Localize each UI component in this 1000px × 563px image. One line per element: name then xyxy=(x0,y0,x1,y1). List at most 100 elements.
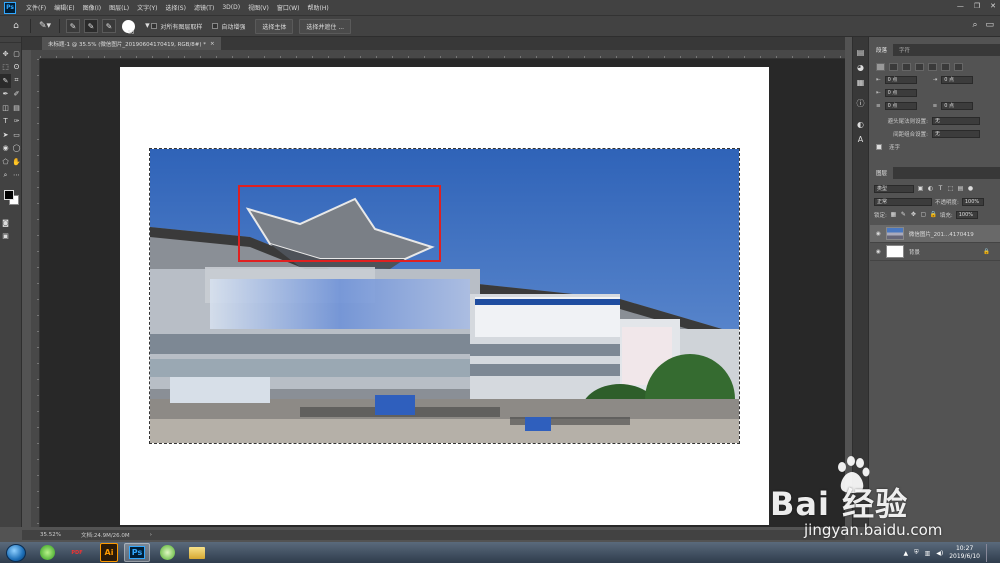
kinsoku-select[interactable]: 无 xyxy=(932,116,980,125)
space-before-field[interactable]: 0 点 xyxy=(884,101,917,110)
hand-tool-icon[interactable]: ✋ xyxy=(11,155,22,169)
hyphenate-checkbox[interactable]: 连字 xyxy=(870,140,1000,153)
layer-row[interactable]: ◉ 微信图片_201...4170419 xyxy=(870,225,1000,243)
crop-tool-icon[interactable]: ⌗ xyxy=(11,74,22,88)
lock-position-icon[interactable]: ✥ xyxy=(910,211,917,218)
select-subject-button[interactable]: 选择主体 xyxy=(255,18,294,34)
foreground-color[interactable] xyxy=(4,190,14,200)
opacity-field[interactable]: 100% xyxy=(961,197,984,206)
eraser-tool-icon[interactable]: ◫ xyxy=(0,101,11,115)
menu-window[interactable]: 窗口(W) xyxy=(273,3,304,12)
justify-all-icon[interactable] xyxy=(954,62,963,71)
tray-network-icon[interactable]: ▥ xyxy=(925,550,931,557)
taskbar-illustrator-icon[interactable]: Ai xyxy=(100,543,118,562)
align-right-icon[interactable] xyxy=(902,62,911,71)
tray-volume-icon[interactable]: ◀) xyxy=(936,550,943,557)
eye-icon[interactable]: ◉ xyxy=(876,249,881,255)
menu-filter[interactable]: 滤镜(T) xyxy=(190,3,218,12)
filter-smart-icon[interactable]: ▤ xyxy=(957,185,964,192)
horizontal-ruler[interactable] xyxy=(40,50,845,59)
justify-right-icon[interactable] xyxy=(941,62,950,71)
home-icon[interactable]: ⌂ xyxy=(8,18,24,34)
indent-left-field[interactable]: 0 点 xyxy=(884,75,917,84)
taskbar-photoshop-icon[interactable]: Ps xyxy=(124,543,150,562)
justify-center-icon[interactable] xyxy=(928,62,937,71)
filter-type-icon[interactable]: T xyxy=(937,185,944,192)
tab-layers[interactable]: 图层 xyxy=(870,167,894,179)
subtract-selection-icon[interactable]: ✎ xyxy=(102,19,116,33)
menu-view[interactable]: 视图(V) xyxy=(244,3,273,12)
search-icon[interactable]: ⌕ xyxy=(972,20,977,30)
tray-shield-icon[interactable]: ⛨ xyxy=(914,549,919,557)
menu-layer[interactable]: 图层(L) xyxy=(105,3,133,12)
stamp-tool-icon[interactable]: ◉ xyxy=(0,142,11,156)
menu-help[interactable]: 帮助(H) xyxy=(304,3,333,12)
artboard-tool-icon[interactable]: ▢ xyxy=(11,47,22,61)
document-tab[interactable]: 未标题-1 @ 35.5% (微信图片_20190604170419, RGB/… xyxy=(42,37,221,50)
screen-mode-icon[interactable]: ▣ xyxy=(0,230,11,244)
tool-preset-icon[interactable]: ✎▾ xyxy=(37,18,53,34)
swatches-icon[interactable]: ▦ xyxy=(853,75,868,90)
pen-tool-icon[interactable]: ✑ xyxy=(11,115,22,129)
more-tools-icon[interactable]: ⋯ xyxy=(11,169,22,183)
tab-character[interactable]: 字符 xyxy=(893,44,916,56)
eye-icon[interactable]: ◉ xyxy=(876,231,881,237)
zoom-level[interactable]: 35.52% xyxy=(40,532,61,538)
show-desktop-button[interactable] xyxy=(986,544,992,562)
clock[interactable]: 10:27 2019/6/10 xyxy=(949,545,980,561)
history-icon[interactable]: ▤ xyxy=(853,45,868,60)
taskbar-folder-icon[interactable] xyxy=(184,543,210,562)
vertical-ruler[interactable] xyxy=(31,59,40,527)
tab-paragraph[interactable]: 段落 xyxy=(870,44,894,56)
indent-right-field[interactable]: 0 点 xyxy=(941,75,974,84)
brush-tool-icon[interactable]: ✐ xyxy=(11,88,22,102)
workspace-icon[interactable]: ▭ xyxy=(985,20,994,30)
blend-mode-select[interactable]: 正常 xyxy=(874,197,932,206)
quick-selection-tool-icon[interactable]: ✎ xyxy=(0,74,11,88)
lock-image-icon[interactable]: ✎ xyxy=(900,211,907,218)
fill-field[interactable]: 100% xyxy=(955,210,978,219)
minimize-icon[interactable]: — xyxy=(957,2,964,10)
zoom-tool-icon[interactable]: ⌕ xyxy=(0,169,11,183)
lasso-tool-icon[interactable]: ʘ xyxy=(11,61,22,75)
new-selection-icon[interactable]: ✎ xyxy=(66,19,80,33)
sample-all-layers-checkbox[interactable]: 对所有图层取样 xyxy=(151,22,202,31)
menu-file[interactable]: 文件(F) xyxy=(22,3,50,12)
filter-toggle-icon[interactable]: ● xyxy=(967,185,974,192)
filter-shape-icon[interactable]: ⬚ xyxy=(947,185,954,192)
lock-all-icon[interactable]: 🔒 xyxy=(930,211,937,218)
status-arrow-icon[interactable]: › xyxy=(150,532,152,538)
photo-layer-content[interactable] xyxy=(149,148,740,444)
filter-pixel-icon[interactable]: ▣ xyxy=(917,185,924,192)
menu-3d[interactable]: 3D(D) xyxy=(218,4,244,11)
menu-select[interactable]: 选择(S) xyxy=(161,3,190,12)
menu-type[interactable]: 文字(Y) xyxy=(133,3,161,12)
taskbar-360-icon[interactable] xyxy=(34,543,60,562)
color-icon[interactable]: ◕ xyxy=(853,60,868,75)
path-selection-tool-icon[interactable]: ➤ xyxy=(0,128,11,142)
document-canvas[interactable] xyxy=(120,67,769,525)
space-after-field[interactable]: 0 点 xyxy=(941,101,974,110)
eyedropper-tool-icon[interactable]: ✒ xyxy=(0,88,11,102)
move-tool-icon[interactable]: ✥ xyxy=(0,47,11,61)
gradient-tool-icon[interactable]: ▤ xyxy=(11,101,22,115)
adjustments-icon[interactable]: ◐ xyxy=(853,117,868,132)
type-tool-icon[interactable]: T xyxy=(0,115,11,129)
justify-left-icon[interactable] xyxy=(915,62,924,71)
taskbar-pdf-icon[interactable]: PDF xyxy=(64,543,90,562)
canvas-area[interactable] xyxy=(40,59,845,527)
add-to-selection-icon[interactable]: ✎ xyxy=(84,19,98,33)
maximize-icon[interactable]: ❐ xyxy=(974,2,980,10)
select-and-mask-button[interactable]: 选择并遮住 ... xyxy=(299,18,352,34)
indent-first-line-field[interactable]: 0 点 xyxy=(884,88,917,97)
layer-row[interactable]: ◉ 背景 🔒 xyxy=(870,243,1000,261)
blur-tool-icon[interactable]: ◯ xyxy=(11,142,22,156)
menu-edit[interactable]: 编辑(E) xyxy=(50,3,78,12)
glyphs-icon[interactable]: A xyxy=(853,132,868,147)
lock-artboard-icon[interactable]: ▢ xyxy=(920,211,927,218)
taskbar-ime-icon[interactable] xyxy=(154,543,180,562)
info-icon[interactable]: ⓘ xyxy=(853,96,868,111)
marquee-tool-icon[interactable]: ⬚ xyxy=(0,61,11,75)
filter-adjust-icon[interactable]: ◐ xyxy=(927,185,934,192)
chevron-down-icon[interactable]: ▾ xyxy=(143,18,151,34)
